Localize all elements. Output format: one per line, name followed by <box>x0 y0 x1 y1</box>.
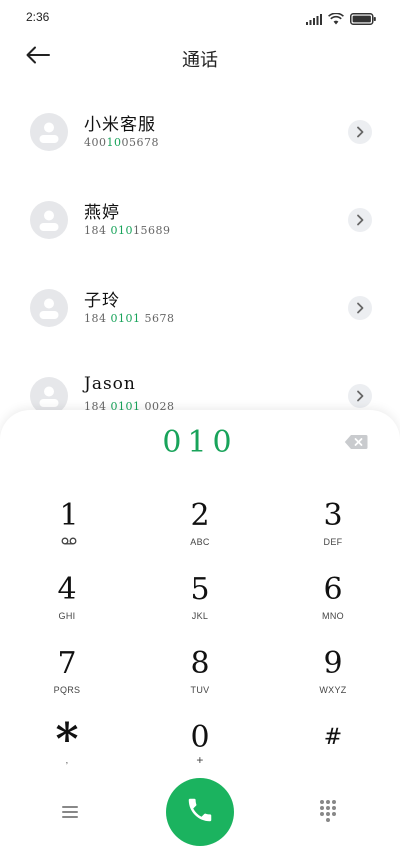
key-4[interactable]: 4 GHI <box>12 572 122 638</box>
key-digit: 2 <box>190 498 210 533</box>
contact-item[interactable]: 燕婷 184 01015689 <box>0 176 400 264</box>
number-match: 10 <box>106 136 122 149</box>
key-letters: GHI <box>58 611 76 621</box>
status-time: 2:36 <box>26 10 50 24</box>
dialer-bottom-bar <box>0 778 400 852</box>
key-letters: JKL <box>191 611 209 621</box>
contact-detail-button[interactable] <box>348 384 372 408</box>
key-digit: 3 <box>323 498 343 533</box>
wifi-icon <box>328 10 344 29</box>
menu-button[interactable] <box>58 802 82 822</box>
contact-number: 184 01015689 <box>84 224 171 237</box>
key-letters: PQRS <box>53 685 81 695</box>
number-prefix: 184 <box>84 312 111 325</box>
key-letters: , <box>65 755 69 765</box>
status-bar: 2:36 <box>0 0 400 34</box>
contact-detail-button[interactable] <box>348 296 372 320</box>
contact-item[interactable]: 小米客服 4001005678 <box>0 88 400 176</box>
key-letters: TUV <box>190 685 210 695</box>
contact-detail-button[interactable] <box>348 208 372 232</box>
key-digit: 4 <box>57 572 77 607</box>
key-8[interactable]: 8 TUV <box>145 646 255 712</box>
key-1[interactable]: 1 <box>14 498 124 564</box>
number-suffix: 15689 <box>133 224 171 237</box>
contact-name: 子玲 <box>84 291 120 311</box>
key-digit: 9 <box>323 646 343 681</box>
contact-name: 小米客服 <box>84 115 156 135</box>
contact-name: Jason <box>84 374 136 394</box>
key-letters: + <box>196 753 204 767</box>
key-6[interactable]: 6 MNO <box>278 572 388 638</box>
key-hash[interactable]: # <box>278 720 388 786</box>
battery-icon <box>350 10 376 29</box>
key-star[interactable]: * , <box>12 718 122 786</box>
key-digit: # <box>323 725 343 750</box>
dialer-panel: 010 1 2 ABC 3 DEF 4 GHI 5 JKL 6 MNO 7 PQ… <box>0 410 400 866</box>
chevron-right-icon <box>355 387 365 406</box>
menu-icon <box>58 806 82 826</box>
chevron-right-icon <box>355 123 365 142</box>
number-prefix: 400 <box>84 136 107 149</box>
number-match: 0101 <box>110 312 141 325</box>
keypad-toggle-button[interactable] <box>318 798 338 826</box>
key-0[interactable]: 0 + <box>145 720 255 786</box>
number-match: 010 <box>110 224 133 237</box>
contact-avatar-icon <box>30 113 68 151</box>
key-digit: 8 <box>190 646 210 681</box>
dial-number-display[interactable]: 010 <box>0 425 400 460</box>
call-button[interactable] <box>166 778 234 846</box>
contact-item[interactable]: 子玲 184 0101 5678 <box>0 264 400 352</box>
key-7[interactable]: 7 PQRS <box>12 646 122 712</box>
keypad-icon <box>318 800 338 830</box>
key-digit: 6 <box>323 572 343 607</box>
chevron-right-icon <box>355 211 365 230</box>
key-letters: DEF <box>323 537 343 547</box>
contact-avatar-icon <box>30 201 68 239</box>
key-3[interactable]: 3 DEF <box>278 498 388 564</box>
contact-number: 184 0101 5678 <box>84 312 175 325</box>
key-letters: WXYZ <box>319 685 347 695</box>
number-prefix: 184 <box>84 224 111 237</box>
signal-icon <box>306 10 322 29</box>
number-suffix: 5678 <box>140 312 175 325</box>
contact-name: 燕婷 <box>84 203 120 223</box>
key-digit: 0 <box>190 720 210 755</box>
key-9[interactable]: 9 WXYZ <box>278 646 388 712</box>
key-letters: ABC <box>190 537 210 547</box>
voicemail-icon <box>14 536 124 548</box>
key-digit: 7 <box>57 646 77 681</box>
number-suffix: 05678 <box>121 136 159 149</box>
backspace-icon <box>344 435 368 454</box>
key-digit: 5 <box>190 572 210 607</box>
chevron-right-icon <box>355 299 365 318</box>
key-2[interactable]: 2 ABC <box>145 498 255 564</box>
phone-icon <box>185 795 215 829</box>
status-icons <box>306 10 376 29</box>
contact-number: 4001005678 <box>84 136 159 149</box>
key-5[interactable]: 5 JKL <box>145 572 255 638</box>
header: 通话 <box>0 34 400 80</box>
contact-avatar-icon <box>30 289 68 327</box>
contact-detail-button[interactable] <box>348 120 372 144</box>
key-digit: 1 <box>59 498 79 533</box>
page-title: 通话 <box>182 50 218 71</box>
delete-button[interactable] <box>344 434 368 450</box>
key-letters: MNO <box>322 611 344 621</box>
